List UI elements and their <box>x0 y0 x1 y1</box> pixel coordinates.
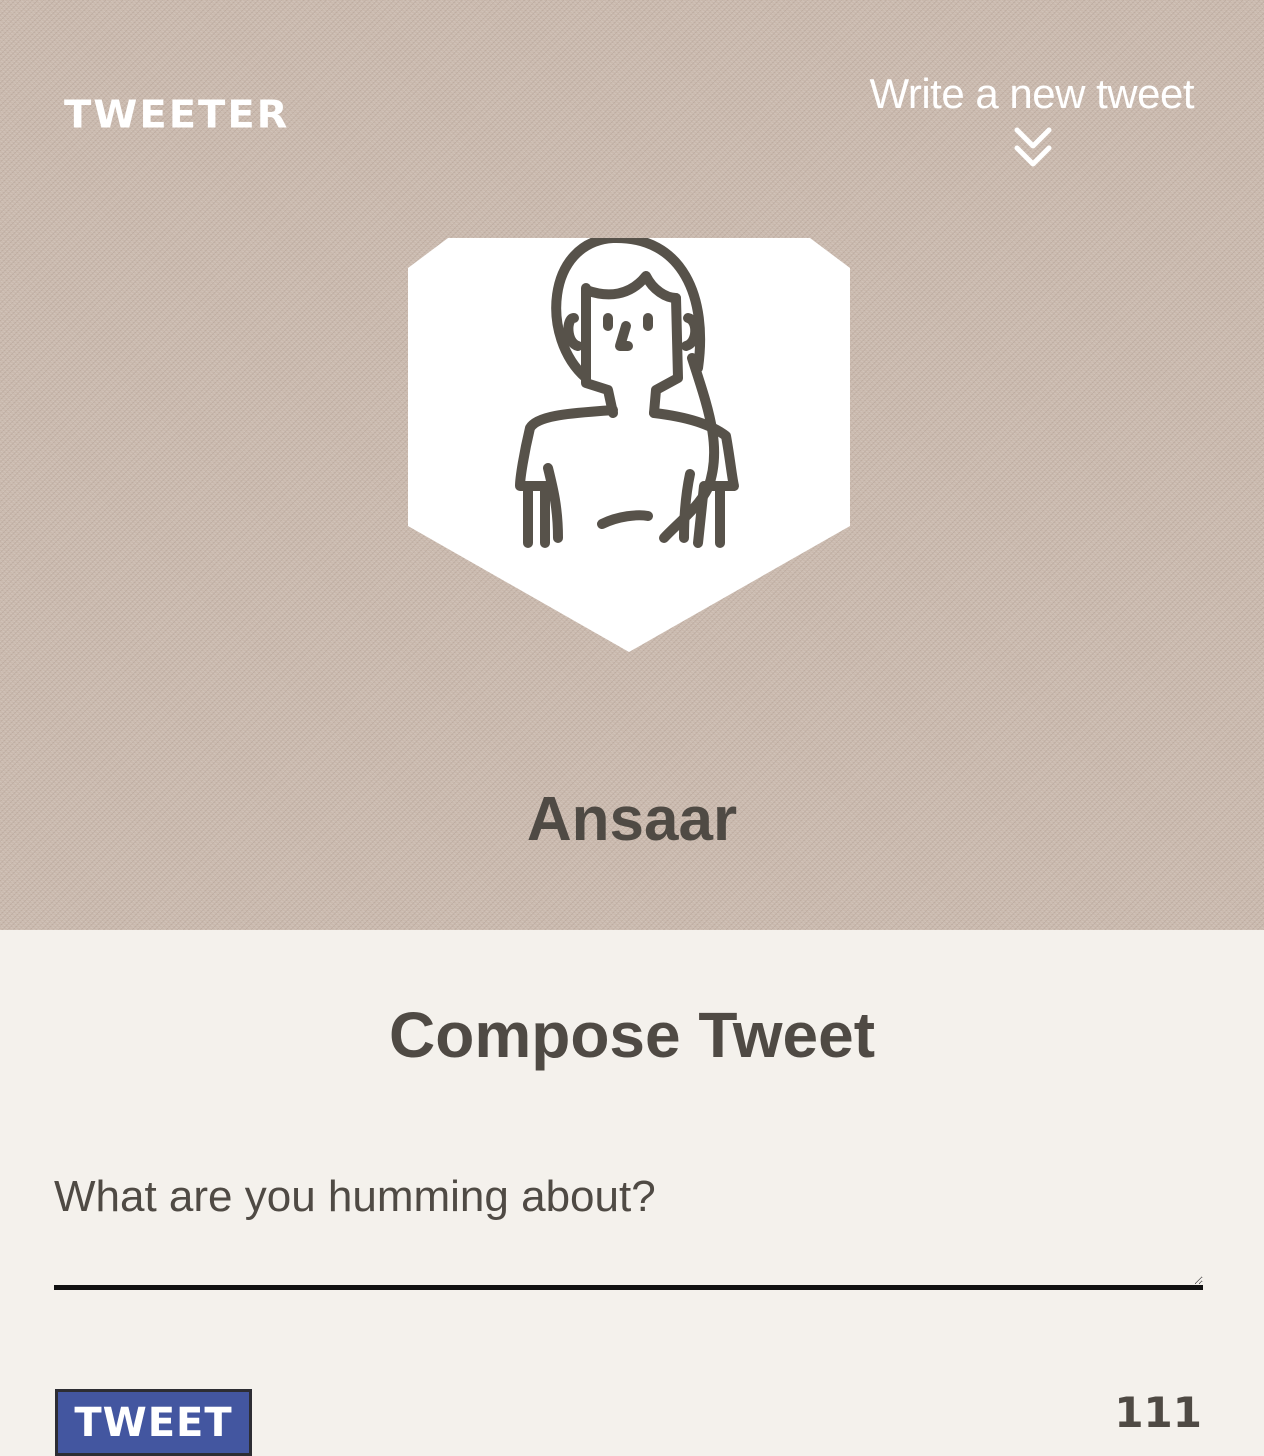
profile-header: TWEETER Write a new tweet Ansaar <box>0 0 1264 930</box>
avatar-shield-shape <box>408 238 850 652</box>
tweet-submit-button[interactable]: TWEET <box>55 1389 252 1456</box>
profile-name: Ansaar <box>526 785 738 854</box>
page: TWEETER Write a new tweet Ansaar Compose… <box>0 0 1264 1456</box>
write-new-tweet-label[interactable]: Write a new tweet <box>869 70 1194 118</box>
character-counter: 111 <box>1114 1388 1202 1437</box>
compose-title: Compose Tweet <box>389 999 875 1071</box>
brand-logo[interactable]: TWEETER <box>64 93 289 137</box>
tweet-text-input[interactable] <box>54 1160 1203 1290</box>
chevron-double-down-icon[interactable] <box>1013 126 1053 170</box>
avatar <box>408 238 850 652</box>
write-new-tweet-toggle[interactable]: Write a new tweet <box>834 70 1194 180</box>
compose-tweet-section: Compose Tweet TWEET 111 <box>0 930 1264 1456</box>
